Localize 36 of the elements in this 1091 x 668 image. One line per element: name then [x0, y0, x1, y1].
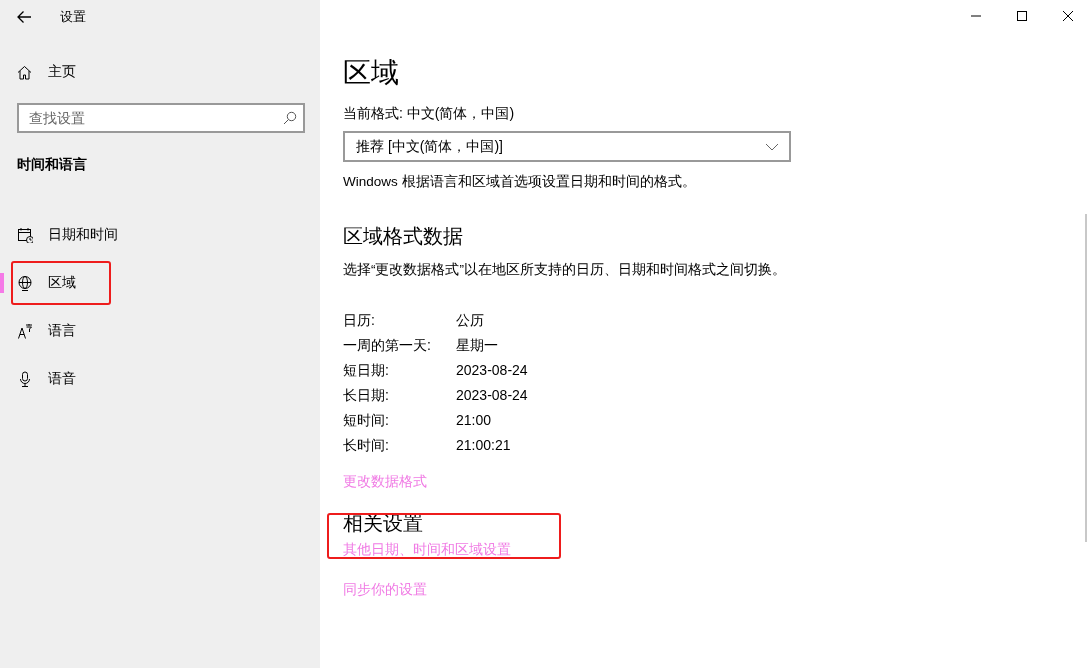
letter-a-icon — [17, 323, 33, 339]
nav-item[interactable]: 语言 — [0, 307, 320, 355]
section-description: 选择“更改数据格式”以在地区所支持的日历、日期和时间格式之间切换。 — [343, 261, 787, 279]
globe-icon — [17, 275, 33, 291]
field-label: 短时间: — [343, 411, 390, 430]
nav-item[interactable]: 语音 — [0, 355, 320, 403]
field-value: 2023-08-24 — [456, 386, 529, 405]
search-icon — [283, 111, 297, 125]
nav-item[interactable]: 日期和时间 — [0, 211, 320, 259]
field-value: 21:00:21 — [456, 436, 512, 455]
window-title: 设置 — [60, 8, 86, 26]
current-format-label: 当前格式: 中文(简体，中国) — [343, 104, 516, 123]
field-value: 2023-08-24 — [456, 361, 529, 380]
field-label: 长日期: — [343, 386, 390, 405]
microphone-icon — [17, 371, 33, 387]
calendar-icon — [17, 227, 33, 243]
nav-item[interactable]: 区域 — [0, 259, 320, 307]
format-dropdown[interactable]: 推荐 [中文(简体，中国)] — [343, 131, 791, 162]
field-value: 公历 — [456, 311, 485, 330]
caret-icon — [765, 142, 779, 151]
selection-indicator — [0, 273, 4, 293]
page-title: 区域 — [343, 56, 400, 90]
back-arrow-icon[interactable] — [16, 10, 32, 24]
search-field[interactable]: 查找设置 — [17, 103, 305, 133]
field-label: 一周的第一天: — [343, 336, 432, 355]
field-value: 21:00 — [456, 411, 493, 430]
home-icon — [17, 64, 32, 80]
field-label: 日历: — [343, 311, 376, 330]
field-label: 长时间: — [343, 436, 390, 455]
format-description: Windows 根据语言和区域首选项设置日期和时间的格式。 — [343, 173, 697, 191]
section-heading: 区域格式数据 — [343, 224, 464, 249]
field-value: 星期一 — [456, 336, 499, 355]
home-nav-item[interactable]: 主页 — [17, 56, 320, 88]
scrollbar[interactable] — [1085, 214, 1087, 542]
field-label: 短日期: — [343, 361, 390, 380]
section-heading: 时间和语言 — [17, 155, 88, 174]
